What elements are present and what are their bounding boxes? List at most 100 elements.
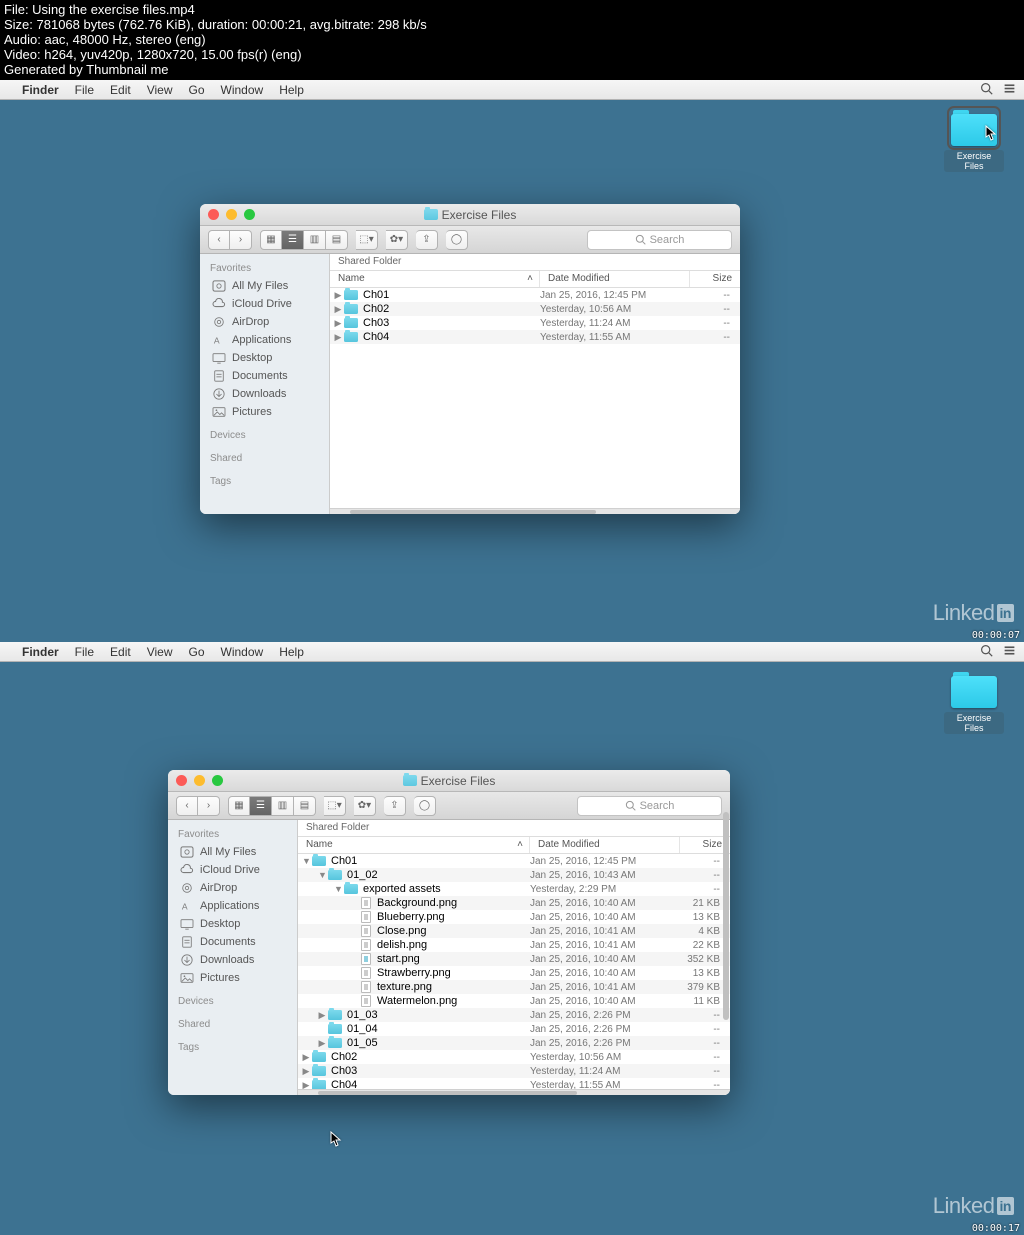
view-icon-button[interactable]: ▦	[260, 230, 282, 250]
menu-go[interactable]: Go	[189, 645, 205, 659]
file-row[interactable]: Background.pngJan 25, 2016, 10:40 AM21 K…	[298, 896, 730, 910]
file-row[interactable]: 01_04Jan 25, 2016, 2:26 PM--	[298, 1022, 730, 1036]
view-column-button[interactable]: ▥	[272, 796, 294, 816]
menubar-app-name[interactable]: Finder	[22, 83, 59, 97]
window-zoom-button[interactable]	[244, 209, 255, 220]
vertical-scrollbar[interactable]	[723, 810, 729, 1087]
sidebar-item[interactable]: AApplications	[168, 897, 297, 915]
sidebar-item[interactable]: Desktop	[200, 349, 329, 367]
nav-back-button[interactable]: ‹	[208, 230, 230, 250]
disclosure-triangle-icon[interactable]: ▶	[334, 318, 342, 329]
disclosure-triangle-icon[interactable]: ▼	[302, 856, 310, 866]
column-header-name[interactable]: Name˄	[298, 837, 530, 853]
sidebar-item[interactable]: Desktop	[168, 915, 297, 933]
file-row[interactable]: ▶Ch02Yesterday, 10:56 AM--	[330, 302, 740, 316]
nav-forward-button[interactable]: ›	[230, 230, 252, 250]
file-row[interactable]: ▼exported assetsYesterday, 2:29 PM--	[298, 882, 730, 896]
column-header-date[interactable]: Date Modified	[540, 271, 690, 287]
sidebar-item[interactable]: iCloud Drive	[200, 295, 329, 313]
finder-search-field[interactable]: Search	[577, 796, 722, 816]
disclosure-triangle-icon[interactable]: ▶	[302, 1052, 310, 1063]
menu-edit[interactable]: Edit	[110, 83, 131, 97]
horizontal-scrollbar[interactable]	[330, 508, 740, 514]
file-row[interactable]: Close.pngJan 25, 2016, 10:41 AM4 KB	[298, 924, 730, 938]
disclosure-triangle-icon[interactable]: ▼	[334, 884, 342, 894]
sidebar-item[interactable]: Pictures	[200, 403, 329, 421]
sidebar-item[interactable]: Documents	[200, 367, 329, 385]
desktop-folder-exercise-files[interactable]: Exercise Files	[944, 110, 1004, 174]
sidebar-item[interactable]: All My Files	[168, 843, 297, 861]
finder-search-field[interactable]: Search	[587, 230, 732, 250]
file-row[interactable]: start.pngJan 25, 2016, 10:40 AM352 KB	[298, 952, 730, 966]
view-list-button[interactable]: ☰	[282, 230, 304, 250]
file-row[interactable]: ▶Ch01Jan 25, 2016, 12:45 PM--	[330, 288, 740, 302]
file-row[interactable]: ▶Ch02Yesterday, 10:56 AM--	[298, 1050, 730, 1064]
window-close-button[interactable]	[176, 775, 187, 786]
arrange-button[interactable]: ⬚▾	[324, 796, 346, 816]
view-icon-button[interactable]: ▦	[228, 796, 250, 816]
menu-file[interactable]: File	[75, 83, 94, 97]
disclosure-triangle-icon[interactable]: ▶	[334, 304, 342, 315]
tags-button[interactable]: ◯	[446, 230, 468, 250]
file-row[interactable]: ▶Ch03Yesterday, 11:24 AM--	[330, 316, 740, 330]
sidebar-item[interactable]: iCloud Drive	[168, 861, 297, 879]
finder-titlebar[interactable]: Exercise Files	[200, 204, 740, 226]
file-row[interactable]: texture.pngJan 25, 2016, 10:41 AM379 KB	[298, 980, 730, 994]
column-header-name[interactable]: Name˄	[330, 271, 540, 287]
disclosure-triangle-icon[interactable]: ▶	[334, 290, 342, 301]
menu-go[interactable]: Go	[189, 83, 205, 97]
sidebar-item[interactable]: Pictures	[168, 969, 297, 987]
action-button[interactable]: ✿▾	[354, 796, 376, 816]
spotlight-icon[interactable]	[980, 644, 993, 660]
column-header-size[interactable]: Size	[690, 271, 740, 287]
menu-help[interactable]: Help	[279, 83, 304, 97]
finder-titlebar[interactable]: Exercise Files	[168, 770, 730, 792]
file-row[interactable]: ▼Ch01Jan 25, 2016, 12:45 PM--	[298, 854, 730, 868]
arrange-button[interactable]: ⬚▾	[356, 230, 378, 250]
spotlight-icon[interactable]	[980, 82, 993, 98]
window-minimize-button[interactable]	[226, 209, 237, 220]
menu-window[interactable]: Window	[221, 645, 264, 659]
action-button[interactable]: ✿▾	[386, 230, 408, 250]
nav-forward-button[interactable]: ›	[198, 796, 220, 816]
menu-view[interactable]: View	[147, 83, 173, 97]
notification-center-icon[interactable]	[1003, 82, 1016, 98]
view-coverflow-button[interactable]: ▤	[294, 796, 316, 816]
finder-file-list[interactable]: ▶Ch01Jan 25, 2016, 12:45 PM--▶Ch02Yester…	[330, 288, 740, 514]
view-list-button[interactable]: ☰	[250, 796, 272, 816]
menu-window[interactable]: Window	[221, 83, 264, 97]
file-row[interactable]: ▶Ch03Yesterday, 11:24 AM--	[298, 1064, 730, 1078]
finder-file-list[interactable]: ▼Ch01Jan 25, 2016, 12:45 PM--▼01_02Jan 2…	[298, 854, 730, 1095]
file-row[interactable]: ▶Ch04Yesterday, 11:55 AM--	[330, 330, 740, 344]
file-row[interactable]: Blueberry.pngJan 25, 2016, 10:40 AM13 KB	[298, 910, 730, 924]
disclosure-triangle-icon[interactable]: ▶	[302, 1066, 310, 1077]
view-column-button[interactable]: ▥	[304, 230, 326, 250]
notification-center-icon[interactable]	[1003, 644, 1016, 660]
window-close-button[interactable]	[208, 209, 219, 220]
share-button[interactable]: ⇪	[384, 796, 406, 816]
sidebar-item[interactable]: Downloads	[200, 385, 329, 403]
menu-view[interactable]: View	[147, 645, 173, 659]
share-button[interactable]: ⇪	[416, 230, 438, 250]
file-row[interactable]: ▶01_05Jan 25, 2016, 2:26 PM--	[298, 1036, 730, 1050]
menubar-app-name[interactable]: Finder	[22, 645, 59, 659]
sidebar-item[interactable]: AApplications	[200, 331, 329, 349]
menu-help[interactable]: Help	[279, 645, 304, 659]
horizontal-scrollbar[interactable]	[298, 1089, 730, 1095]
file-row[interactable]: ▼01_02Jan 25, 2016, 10:43 AM--	[298, 868, 730, 882]
menu-file[interactable]: File	[75, 645, 94, 659]
sidebar-item[interactable]: AirDrop	[168, 879, 297, 897]
sidebar-item[interactable]: Documents	[168, 933, 297, 951]
column-header-date[interactable]: Date Modified	[530, 837, 680, 853]
file-row[interactable]: delish.pngJan 25, 2016, 10:41 AM22 KB	[298, 938, 730, 952]
file-row[interactable]: Watermelon.pngJan 25, 2016, 10:40 AM11 K…	[298, 994, 730, 1008]
disclosure-triangle-icon[interactable]: ▼	[318, 870, 326, 880]
tags-button[interactable]: ◯	[414, 796, 436, 816]
desktop-folder-exercise-files[interactable]: Exercise Files	[944, 672, 1004, 736]
file-row[interactable]: Strawberry.pngJan 25, 2016, 10:40 AM13 K…	[298, 966, 730, 980]
sidebar-item[interactable]: All My Files	[200, 277, 329, 295]
disclosure-triangle-icon[interactable]: ▶	[334, 332, 342, 343]
file-row[interactable]: ▶01_03Jan 25, 2016, 2:26 PM--	[298, 1008, 730, 1022]
window-minimize-button[interactable]	[194, 775, 205, 786]
disclosure-triangle-icon[interactable]: ▶	[318, 1010, 326, 1021]
